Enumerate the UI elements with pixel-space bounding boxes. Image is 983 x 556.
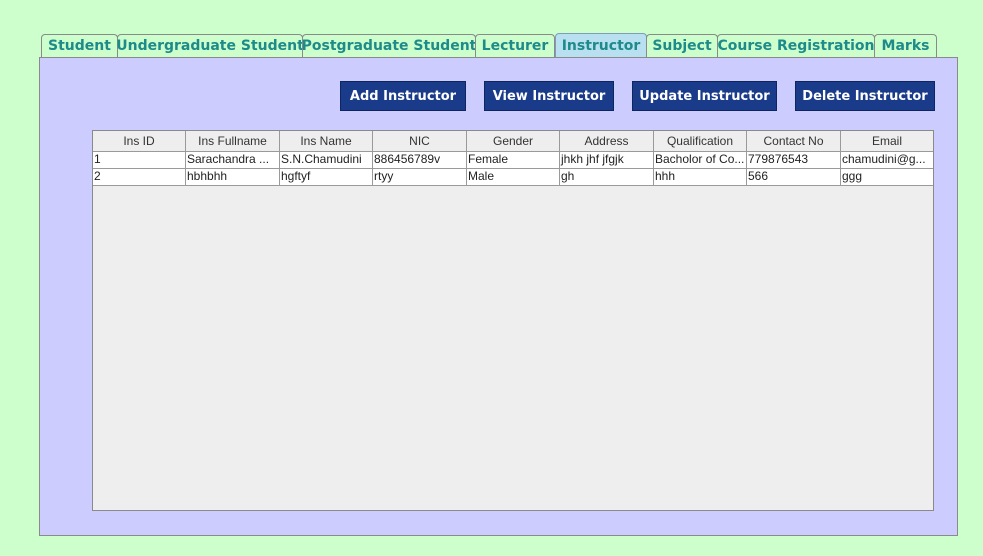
tab-label: Course Registration [717, 38, 875, 54]
table-cell: hhh [654, 169, 747, 185]
table-cell: gh [560, 169, 654, 185]
table-cell: Male [467, 169, 560, 185]
tab-lecturer[interactable]: Lecturer [475, 34, 555, 57]
view-instructor-button[interactable]: View Instructor [484, 81, 614, 111]
table-cell: S.N.Chamudini [280, 152, 373, 168]
instructor-table[interactable]: Ins ID Ins Fullname Ins Name NIC Gender … [92, 130, 934, 511]
tab-label: Marks [881, 38, 930, 54]
column-header-qualification[interactable]: Qualification [654, 131, 747, 151]
column-header-nic[interactable]: NIC [373, 131, 467, 151]
tab-label: Student [48, 38, 111, 54]
table-cell: 1 [93, 152, 186, 168]
column-header-gender[interactable]: Gender [467, 131, 560, 151]
table-cell: rtyy [373, 169, 467, 185]
instructor-panel: Add Instructor View Instructor Update In… [39, 57, 958, 536]
column-header-contact-no[interactable]: Contact No [747, 131, 841, 151]
table-cell: hgftyf [280, 169, 373, 185]
add-instructor-button[interactable]: Add Instructor [340, 81, 466, 111]
tab-student[interactable]: Student [41, 34, 118, 57]
table-cell: ggg [842, 169, 863, 183]
tab-subject[interactable]: Subject [646, 34, 718, 57]
tab-marks[interactable]: Marks [874, 34, 937, 57]
table-cell: 886456789v [373, 152, 467, 168]
table-cell: Female [467, 152, 560, 168]
table-cell: jhkh jhf jfgjk [560, 152, 654, 168]
column-header-address[interactable]: Address [560, 131, 654, 151]
table-cell: 2 [93, 169, 186, 185]
table-cell: 779876543 [747, 152, 841, 168]
table-row[interactable]: 2 hbhbhh hgftyf rtyy Male gh hhh 566 ggg [93, 169, 933, 186]
delete-instructor-button[interactable]: Delete Instructor [795, 81, 935, 111]
table-header: Ins ID Ins Fullname Ins Name NIC Gender … [93, 131, 933, 152]
tab-postgraduate-student[interactable]: Postgraduate Student [302, 34, 476, 57]
column-header-ins-fullname[interactable]: Ins Fullname [186, 131, 280, 151]
column-header-ins-id[interactable]: Ins ID [93, 131, 186, 151]
table-cell: Bacholor of Co... [654, 152, 747, 168]
tab-label: Subject [652, 38, 712, 54]
tab-label: Postgraduate Student [301, 38, 477, 54]
table-cell: 566 [747, 169, 841, 185]
column-header-email[interactable]: Email [841, 131, 933, 151]
column-header-ins-name[interactable]: Ins Name [280, 131, 373, 151]
table-cell: Sarachandra ... [186, 152, 280, 168]
tab-label: Undergraduate Student [116, 38, 304, 54]
tab-label: Instructor [561, 38, 641, 54]
table-row[interactable]: 1 Sarachandra ... S.N.Chamudini 88645678… [93, 152, 933, 169]
tab-label: Lecturer [481, 38, 549, 54]
table-cell: hbhbhh [186, 169, 280, 185]
update-instructor-button[interactable]: Update Instructor [632, 81, 777, 111]
table-cell: chamudini@g... [842, 152, 926, 166]
tab-undergraduate-student[interactable]: Undergraduate Student [116, 34, 304, 57]
tab-instructor[interactable]: Instructor [555, 33, 647, 58]
tab-course-registration[interactable]: Course Registration [717, 34, 875, 57]
